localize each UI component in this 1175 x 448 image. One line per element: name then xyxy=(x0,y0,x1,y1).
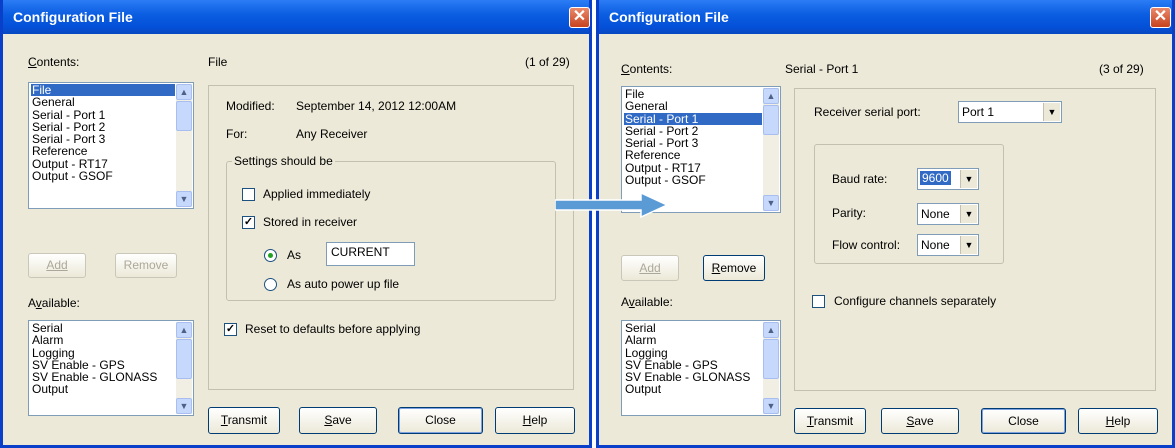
check-icon: ✓ xyxy=(225,323,236,335)
baud-rate-label: Baud rate: xyxy=(832,172,888,186)
list-item[interactable]: Reference xyxy=(624,149,762,161)
scroll-up-icon[interactable]: ▲ xyxy=(176,84,192,100)
list-item[interactable]: Output - GSOF xyxy=(31,170,175,182)
chevron-down-icon[interactable]: ▼ xyxy=(1043,103,1060,121)
flow-control-select[interactable]: None ▼ xyxy=(917,234,979,256)
config-window-left: Configuration File ✕ Contents: File Gener… xyxy=(0,0,592,448)
modified-label: Modified: xyxy=(226,99,275,113)
remove-button[interactable]: Remove xyxy=(115,253,177,278)
save-button[interactable]: Save xyxy=(299,407,377,434)
scroll-thumb[interactable] xyxy=(763,339,779,379)
add-button[interactable]: Add xyxy=(28,253,86,278)
reset-defaults-checkbox[interactable]: ✓ xyxy=(224,323,237,336)
available-scrollbar[interactable]: ▲ ▼ xyxy=(176,322,192,414)
contents-list[interactable]: File General Serial - Port 1 Serial - Port … xyxy=(28,82,194,209)
close-button[interactable]: Close xyxy=(981,408,1066,434)
page-counter: (3 of 29) xyxy=(1099,62,1144,76)
scroll-thumb[interactable] xyxy=(763,105,779,135)
configure-channels-checkbox[interactable] xyxy=(812,295,825,308)
close-button[interactable]: Close xyxy=(398,407,483,434)
add-button[interactable]: Add xyxy=(621,255,679,281)
contents-label: Contents: xyxy=(621,62,673,76)
config-window-right: Configuration File ✕ Contents: File Gener… xyxy=(596,0,1175,448)
available-scrollbar[interactable]: ▲ ▼ xyxy=(763,322,779,414)
title-bar[interactable]: Configuration File ✕ xyxy=(3,0,590,34)
receiver-port-label: Receiver serial port: xyxy=(814,105,921,119)
close-window-icon[interactable]: ✕ xyxy=(1150,7,1171,28)
list-item[interactable]: Alarm xyxy=(31,334,175,346)
baud-rate-select[interactable]: 9600 ▼ xyxy=(917,168,979,190)
as-radio[interactable] xyxy=(264,249,277,262)
available-label: Available: xyxy=(28,296,80,310)
configure-channels-label[interactable]: Configure channels separately xyxy=(834,294,996,308)
list-item[interactable]: Output xyxy=(31,383,175,395)
parity-select[interactable]: None ▼ xyxy=(917,203,979,225)
modified-value: September 14, 2012 12:00AM xyxy=(296,99,457,113)
as-radio-label[interactable]: As xyxy=(287,248,301,262)
as-name-input[interactable]: CURRENT xyxy=(326,242,415,266)
scroll-up-icon[interactable]: ▲ xyxy=(763,322,779,338)
scroll-thumb[interactable] xyxy=(176,339,192,379)
chevron-down-icon[interactable]: ▼ xyxy=(960,205,977,223)
scroll-up-icon[interactable]: ▲ xyxy=(763,88,779,104)
chevron-down-icon[interactable]: ▼ xyxy=(960,236,977,254)
auto-power-radio[interactable] xyxy=(264,278,277,291)
parity-label: Parity: xyxy=(832,206,867,220)
for-value: Any Receiver xyxy=(296,127,368,141)
save-button[interactable]: Save xyxy=(881,408,959,434)
page-counter: (1 of 29) xyxy=(525,55,570,69)
transmit-button[interactable]: Transmit xyxy=(794,408,866,434)
remove-button[interactable]: Remove xyxy=(703,255,765,281)
available-list[interactable]: Serial Alarm Logging SV Enable - GPS SV Enab… xyxy=(28,320,194,416)
title-bar[interactable]: Configuration File ✕ xyxy=(599,0,1172,34)
window-title: Configuration File xyxy=(609,9,729,25)
list-item[interactable]: Output xyxy=(624,383,762,395)
auto-power-label[interactable]: As auto power up file xyxy=(287,277,399,291)
list-item[interactable]: General xyxy=(31,96,175,108)
help-button[interactable]: Help xyxy=(1078,408,1158,434)
scroll-thumb[interactable] xyxy=(176,101,192,131)
scroll-down-icon[interactable]: ▼ xyxy=(176,191,192,207)
annotation-arrow-icon xyxy=(555,191,669,219)
settings-group-label: Settings should be xyxy=(232,154,335,168)
applied-immediately-checkbox[interactable] xyxy=(242,188,255,201)
available-label: Available: xyxy=(621,295,673,309)
scroll-up-icon[interactable]: ▲ xyxy=(176,322,192,338)
window-title: Configuration File xyxy=(13,9,133,25)
contents-label: Contents: xyxy=(28,55,80,69)
close-window-icon[interactable]: ✕ xyxy=(569,7,590,28)
list-item[interactable]: Output - GSOF xyxy=(624,174,762,186)
stored-in-receiver-label[interactable]: Stored in receiver xyxy=(263,215,357,229)
list-item[interactable]: Reference xyxy=(31,145,175,157)
settings-group: Settings should be Applied immediately ✓… xyxy=(226,154,556,301)
for-label: For: xyxy=(226,127,248,141)
receiver-port-select[interactable]: Port 1 ▼ xyxy=(958,101,1062,123)
list-item[interactable]: Alarm xyxy=(624,334,762,346)
applied-immediately-label[interactable]: Applied immediately xyxy=(263,187,370,201)
check-icon: ✓ xyxy=(243,216,254,228)
contents-scrollbar[interactable]: ▲ ▼ xyxy=(176,84,192,207)
contents-scrollbar[interactable]: ▲ ▼ xyxy=(763,88,779,211)
settings-panel: Receiver serial port: Port 1 ▼ Baud rate… xyxy=(794,88,1156,391)
scroll-down-icon[interactable]: ▼ xyxy=(763,398,779,414)
reset-defaults-label[interactable]: Reset to defaults before applying xyxy=(245,322,420,336)
available-list[interactable]: Serial Alarm Logging SV Enable - GPS SV Enab… xyxy=(621,320,781,416)
flow-control-label: Flow control: xyxy=(832,238,901,252)
chevron-down-icon[interactable]: ▼ xyxy=(960,170,977,188)
scroll-down-icon[interactable]: ▼ xyxy=(763,195,779,211)
page-name: File xyxy=(208,55,228,69)
scroll-down-icon[interactable]: ▼ xyxy=(176,398,192,414)
help-button[interactable]: Help xyxy=(495,407,575,434)
stored-in-receiver-checkbox[interactable]: ✓ xyxy=(242,216,255,229)
page-name: Serial - Port 1 xyxy=(785,62,859,76)
settings-panel: Modified: September 14, 2012 12:00AM For… xyxy=(208,85,574,390)
port-settings-group: Baud rate: 9600 ▼ Parity: None ▼ Flow co… xyxy=(814,144,1004,264)
transmit-button[interactable]: Transmit xyxy=(208,407,280,434)
list-item[interactable]: General xyxy=(624,100,762,112)
